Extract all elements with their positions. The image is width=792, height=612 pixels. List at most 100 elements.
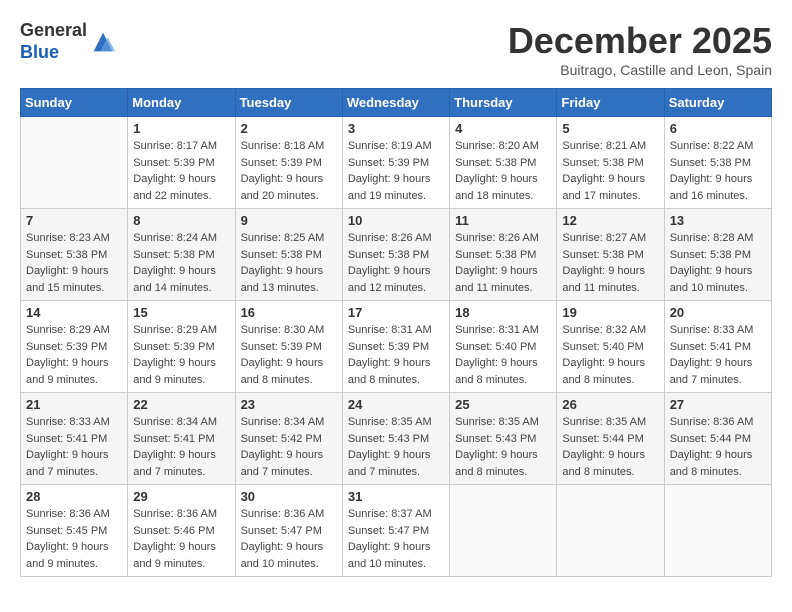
day-number: 21 (26, 397, 122, 412)
day-number: 17 (348, 305, 444, 320)
calendar-header-sunday: Sunday (21, 89, 128, 117)
calendar-cell: 13Sunrise: 8:28 AMSunset: 5:38 PMDayligh… (664, 209, 771, 301)
calendar-cell: 8Sunrise: 8:24 AMSunset: 5:38 PMDaylight… (128, 209, 235, 301)
calendar-cell: 5 Sunrise: 8:21 AMSunset: 5:38 PMDaylight… (557, 117, 664, 209)
day-number: 15 (133, 305, 229, 320)
calendar-header-saturday: Saturday (664, 89, 771, 117)
day-number: 6 (670, 121, 766, 136)
calendar-cell: 21 Sunrise: 8:33 AMSunset: 5:41 PMDayligh… (21, 393, 128, 485)
day-number: 30 (241, 489, 337, 504)
calendar-header-thursday: Thursday (450, 89, 557, 117)
day-number: 28 (26, 489, 122, 504)
day-number: 20 (670, 305, 766, 320)
header: General Blue December 2025 Buitrago, Cas… (20, 20, 772, 78)
day-info: Sunrise: 8:26 AMSunset: 5:38 PMDaylight:… (455, 230, 551, 296)
day-number: 11 (455, 213, 551, 228)
day-info: Sunrise: 8:20 AMSunset: 5:38 PMDaylight:… (455, 138, 551, 204)
day-info: Sunrise: 8:35 AMSunset: 5:43 PMDaylight:… (348, 414, 444, 480)
day-number: 12 (562, 213, 658, 228)
calendar-cell: 30 Sunrise: 8:36 AMSunset: 5:47 PMDayligh… (235, 485, 342, 577)
day-info: Sunrise: 8:36 AMSunset: 5:46 PMDaylight:… (133, 506, 229, 572)
calendar-header-tuesday: Tuesday (235, 89, 342, 117)
logo-icon (89, 28, 117, 56)
day-info: Sunrise: 8:19 AMSunset: 5:39 PMDaylight:… (348, 138, 444, 204)
day-number: 23 (241, 397, 337, 412)
day-number: 18 (455, 305, 551, 320)
day-number: 5 (562, 121, 658, 136)
calendar-cell: 18Sunrise: 8:31 AMSunset: 5:40 PMDayligh… (450, 301, 557, 393)
day-number: 25 (455, 397, 551, 412)
calendar-cell: 12 Sunrise: 8:27 AMSunset: 5:38 PMDayligh… (557, 209, 664, 301)
day-number: 26 (562, 397, 658, 412)
logo-blue-text: Blue (20, 42, 59, 62)
calendar-cell: 26 Sunrise: 8:35 AMSunset: 5:44 PMDayligh… (557, 393, 664, 485)
calendar-cell: 20Sunrise: 8:33 AMSunset: 5:41 PMDayligh… (664, 301, 771, 393)
calendar-cell: 9 Sunrise: 8:25 AMSunset: 5:38 PMDaylight… (235, 209, 342, 301)
logo: General Blue (20, 20, 117, 63)
day-info: Sunrise: 8:36 AMSunset: 5:44 PMDaylight:… (670, 414, 766, 480)
calendar-cell: 29 Sunrise: 8:36 AMSunset: 5:46 PMDayligh… (128, 485, 235, 577)
calendar-cell: 28 Sunrise: 8:36 AMSunset: 5:45 PMDayligh… (21, 485, 128, 577)
day-number: 27 (670, 397, 766, 412)
calendar-cell: 22 Sunrise: 8:34 AMSunset: 5:41 PMDayligh… (128, 393, 235, 485)
calendar-cell: 25 Sunrise: 8:35 AMSunset: 5:43 PMDayligh… (450, 393, 557, 485)
day-number: 16 (241, 305, 337, 320)
day-info: Sunrise: 8:30 AMSunset: 5:39 PMDaylight:… (241, 322, 337, 388)
day-number: 14 (26, 305, 122, 320)
day-info: Sunrise: 8:17 AMSunset: 5:39 PMDaylight:… (133, 138, 229, 204)
calendar-table: SundayMondayTuesdayWednesdayThursdayFrid… (20, 88, 772, 577)
day-number: 19 (562, 305, 658, 320)
day-info: Sunrise: 8:34 AMSunset: 5:41 PMDaylight:… (133, 414, 229, 480)
calendar-cell: 3 Sunrise: 8:19 AMSunset: 5:39 PMDaylight… (342, 117, 449, 209)
month-title: December 2025 (508, 20, 772, 62)
day-info: Sunrise: 8:36 AMSunset: 5:47 PMDaylight:… (241, 506, 337, 572)
day-number: 3 (348, 121, 444, 136)
logo-general-text: General (20, 20, 87, 40)
day-number: 31 (348, 489, 444, 504)
calendar-header-friday: Friday (557, 89, 664, 117)
calendar-cell (450, 485, 557, 577)
calendar-cell: 23 Sunrise: 8:34 AMSunset: 5:42 PMDayligh… (235, 393, 342, 485)
day-info: Sunrise: 8:18 AMSunset: 5:39 PMDaylight:… (241, 138, 337, 204)
calendar-cell: 31 Sunrise: 8:37 AMSunset: 5:47 PMDayligh… (342, 485, 449, 577)
calendar-cell: 1Sunrise: 8:17 AMSunset: 5:39 PMDaylight… (128, 117, 235, 209)
calendar-header-wednesday: Wednesday (342, 89, 449, 117)
day-info: Sunrise: 8:35 AMSunset: 5:44 PMDaylight:… (562, 414, 658, 480)
calendar-cell: 16 Sunrise: 8:30 AMSunset: 5:39 PMDayligh… (235, 301, 342, 393)
calendar-week-row: 14 Sunrise: 8:29 AMSunset: 5:39 PMDayligh… (21, 301, 772, 393)
day-info: Sunrise: 8:37 AMSunset: 5:47 PMDaylight:… (348, 506, 444, 572)
title-area: December 2025 Buitrago, Castille and Leo… (508, 20, 772, 78)
calendar-cell: 7Sunrise: 8:23 AMSunset: 5:38 PMDaylight… (21, 209, 128, 301)
calendar-cell: 11 Sunrise: 8:26 AMSunset: 5:38 PMDayligh… (450, 209, 557, 301)
day-info: Sunrise: 8:29 AMSunset: 5:39 PMDaylight:… (26, 322, 122, 388)
calendar-week-row: 7Sunrise: 8:23 AMSunset: 5:38 PMDaylight… (21, 209, 772, 301)
day-number: 8 (133, 213, 229, 228)
day-info: Sunrise: 8:31 AMSunset: 5:39 PMDaylight:… (348, 322, 444, 388)
day-number: 22 (133, 397, 229, 412)
day-info: Sunrise: 8:33 AMSunset: 5:41 PMDaylight:… (26, 414, 122, 480)
calendar-cell: 17 Sunrise: 8:31 AMSunset: 5:39 PMDayligh… (342, 301, 449, 393)
calendar-header-row: SundayMondayTuesdayWednesdayThursdayFrid… (21, 89, 772, 117)
day-info: Sunrise: 8:29 AMSunset: 5:39 PMDaylight:… (133, 322, 229, 388)
calendar-cell: 27 Sunrise: 8:36 AMSunset: 5:44 PMDayligh… (664, 393, 771, 485)
day-info: Sunrise: 8:21 AMSunset: 5:38 PMDaylight:… (562, 138, 658, 204)
day-number: 9 (241, 213, 337, 228)
day-info: Sunrise: 8:26 AMSunset: 5:38 PMDaylight:… (348, 230, 444, 296)
day-number: 24 (348, 397, 444, 412)
location-title: Buitrago, Castille and Leon, Spain (508, 62, 772, 78)
calendar-cell (557, 485, 664, 577)
calendar-cell (21, 117, 128, 209)
day-info: Sunrise: 8:34 AMSunset: 5:42 PMDaylight:… (241, 414, 337, 480)
day-number: 7 (26, 213, 122, 228)
day-info: Sunrise: 8:36 AMSunset: 5:45 PMDaylight:… (26, 506, 122, 572)
calendar-week-row: 1Sunrise: 8:17 AMSunset: 5:39 PMDaylight… (21, 117, 772, 209)
day-number: 29 (133, 489, 229, 504)
day-info: Sunrise: 8:22 AMSunset: 5:38 PMDaylight:… (670, 138, 766, 204)
day-info: Sunrise: 8:35 AMSunset: 5:43 PMDaylight:… (455, 414, 551, 480)
day-number: 13 (670, 213, 766, 228)
calendar-cell: 2 Sunrise: 8:18 AMSunset: 5:39 PMDaylight… (235, 117, 342, 209)
day-number: 2 (241, 121, 337, 136)
day-number: 4 (455, 121, 551, 136)
day-info: Sunrise: 8:27 AMSunset: 5:38 PMDaylight:… (562, 230, 658, 296)
day-info: Sunrise: 8:25 AMSunset: 5:38 PMDaylight:… (241, 230, 337, 296)
